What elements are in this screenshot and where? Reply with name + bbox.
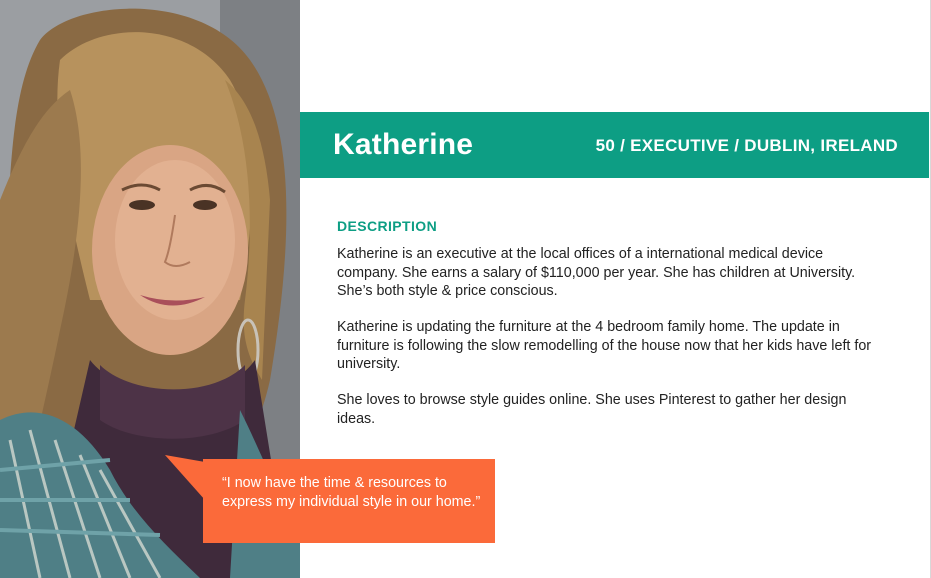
persona-meta: 50 / EXECUTIVE / DUBLIN, IRELAND bbox=[595, 136, 898, 155]
description-paragraph: Katherine is an executive at the local o… bbox=[337, 246, 856, 299]
persona-name: Katherine bbox=[333, 128, 474, 161]
quote-text: “I now have the time & resources to expr… bbox=[222, 475, 481, 510]
description-heading: DESCRIPTION bbox=[337, 218, 438, 234]
quote-callout: “I now have the time & resources to expr… bbox=[203, 459, 495, 543]
persona-card: Katherine 50 / EXECUTIVE / DUBLIN, IRELA… bbox=[0, 0, 931, 578]
persona-header: Katherine 50 / EXECUTIVE / DUBLIN, IRELA… bbox=[300, 112, 929, 178]
description-paragraph: She loves to browse style guides online.… bbox=[337, 392, 847, 427]
description-paragraph: Katherine is updating the furniture at t… bbox=[337, 319, 872, 372]
